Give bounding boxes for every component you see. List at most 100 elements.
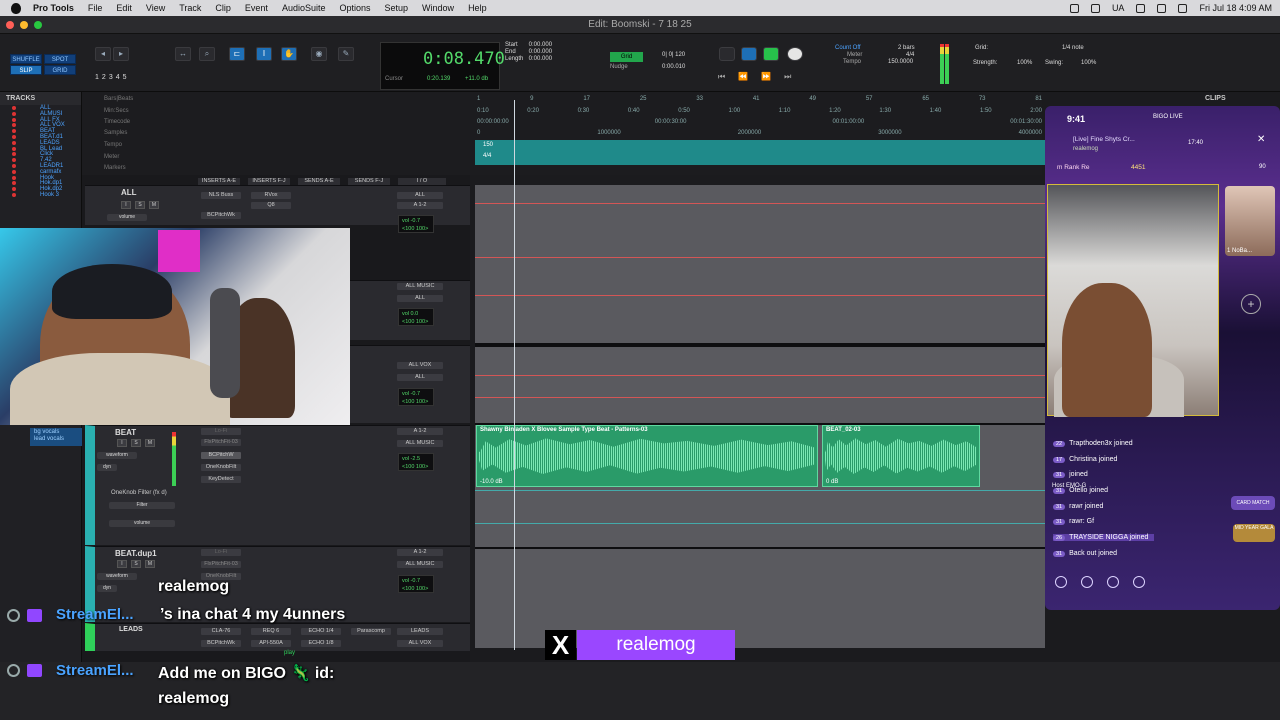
- sends-ae-header[interactable]: SENDS A-E: [298, 178, 340, 185]
- solo-button[interactable]: S: [131, 439, 141, 447]
- nudge-value[interactable]: 0:00.010: [662, 64, 685, 70]
- view-selector[interactable]: waveform: [97, 573, 137, 580]
- track-name[interactable]: LEADS: [119, 626, 143, 633]
- input-selector[interactable]: ALL MUSIC: [397, 283, 443, 290]
- count-off[interactable]: Count Off: [835, 45, 861, 52]
- apple-icon[interactable]: [11, 2, 21, 14]
- zoom-preset-1[interactable]: 1: [95, 74, 99, 81]
- playhead-cursor[interactable]: [514, 100, 515, 650]
- rank-label[interactable]: m Rank Re: [1057, 164, 1090, 171]
- close-window-button[interactable]: [6, 21, 14, 29]
- tempo-meter-lane[interactable]: 150 4/4: [475, 140, 1045, 165]
- zoom-preset-5[interactable]: 5: [123, 74, 127, 81]
- guest-avatar[interactable]: [1225, 186, 1275, 256]
- input-selector[interactable]: ALL: [397, 192, 443, 199]
- mute-button[interactable]: M: [145, 439, 155, 447]
- menu-icon[interactable]: [1133, 576, 1145, 588]
- ruler-bars-beats[interactable]: Bars|Beats: [104, 95, 133, 104]
- grid-right-value[interactable]: 1/4 note: [1062, 45, 1084, 51]
- output-selector[interactable]: ALL: [397, 295, 443, 302]
- selector-tool-icon[interactable]: I: [256, 47, 272, 61]
- zoom-window-button[interactable]: [34, 21, 42, 29]
- volume-display[interactable]: vol -0.7 <100 100>: [398, 215, 434, 233]
- grabber-tool-icon[interactable]: ✋: [281, 47, 297, 61]
- transport-shuttle-icons[interactable]: ⏮⏪⏩⏭: [718, 72, 804, 82]
- automation-plugin[interactable]: OneKnob Filter (fx d): [111, 490, 167, 496]
- clip-list-item[interactable]: lead vocals: [34, 436, 78, 443]
- menu-file[interactable]: File: [88, 3, 103, 13]
- end-value[interactable]: 0:00.000: [529, 49, 552, 55]
- tempo-marker[interactable]: 150: [483, 142, 493, 148]
- menu-track[interactable]: Track: [179, 3, 201, 13]
- menu-options[interactable]: Options: [339, 3, 370, 13]
- input-selector[interactable]: A 1-2: [397, 428, 443, 435]
- menu-app-name[interactable]: Pro Tools: [33, 3, 74, 13]
- volume-display[interactable]: vol -2.5 <100 100>: [398, 453, 434, 471]
- menu-event[interactable]: Event: [245, 3, 268, 13]
- track-header-leads[interactable]: LEADS CLA-76 BCPitchWk REQ 6 API-550A EC…: [85, 623, 470, 651]
- audio-clip[interactable]: Shawny Binladen X Blovee Sample Type Bea…: [476, 425, 818, 487]
- emoji-icon[interactable]: [1081, 576, 1093, 588]
- ruler-min-secs[interactable]: Min:Secs: [104, 107, 129, 116]
- menu-clip[interactable]: Clip: [215, 3, 231, 13]
- solo-button[interactable]: S: [135, 201, 145, 209]
- mode-spot[interactable]: SPOT: [44, 54, 76, 64]
- menu-help[interactable]: Help: [468, 3, 487, 13]
- zoom-preset-2[interactable]: 2: [102, 74, 106, 81]
- wifi-icon[interactable]: [1069, 3, 1079, 13]
- online-button[interactable]: [719, 47, 735, 61]
- clock[interactable]: Fri Jul 18 4:09 AM: [1199, 3, 1272, 13]
- minimize-window-button[interactable]: [20, 21, 28, 29]
- track-list-item[interactable]: Hook 3: [0, 192, 81, 198]
- insert-slot[interactable]: REQ 6: [251, 628, 291, 635]
- insert-slot[interactable]: Q8: [251, 202, 291, 209]
- zoomer-tool-icon[interactable]: ↔: [175, 47, 191, 61]
- grid-value[interactable]: 0| 0| 120: [662, 52, 685, 58]
- search-icon[interactable]: [1157, 3, 1167, 13]
- menu-setup[interactable]: Setup: [385, 3, 409, 13]
- event-badge[interactable]: CARD MATCH: [1231, 496, 1275, 510]
- ruler-markers[interactable]: Markers: [104, 164, 126, 173]
- insert-slot[interactable]: BCPitchWk: [201, 212, 241, 219]
- insert-slot[interactable]: KeyDetect: [201, 476, 241, 483]
- ruler-meter[interactable]: Meter: [104, 153, 119, 162]
- clip-list[interactable]: bg vocals lead vocals: [30, 428, 82, 446]
- input-selector[interactable]: A 1-2: [397, 549, 443, 556]
- meter-marker[interactable]: 4/4: [483, 153, 491, 159]
- insert-slot[interactable]: NLS Buss: [201, 192, 241, 199]
- insert-slot[interactable]: RVox: [251, 192, 291, 199]
- automation-param[interactable]: volume: [109, 520, 175, 527]
- clip-list-item[interactable]: bg vocals: [34, 429, 78, 436]
- output-selector[interactable]: ALL: [397, 374, 443, 381]
- ruler-tempo[interactable]: Tempo: [104, 141, 122, 150]
- insert-slot[interactable]: BCPitchW: [201, 452, 241, 459]
- tempo-value[interactable]: 150.0000: [888, 59, 913, 65]
- volume-display[interactable]: vol -0.7 <100 100>: [398, 575, 434, 593]
- clip-gain[interactable]: -10.0 dB: [480, 479, 503, 485]
- track-name[interactable]: ALL: [121, 188, 137, 197]
- control-center-icon[interactable]: [1178, 3, 1188, 13]
- menu-audiosuite[interactable]: AudioSuite: [282, 3, 326, 13]
- dyn-selector[interactable]: dyn: [97, 464, 117, 471]
- volume-display[interactable]: vol 0.0 <100 100>: [398, 308, 434, 326]
- stop-button[interactable]: [741, 47, 757, 61]
- input-monitor-button[interactable]: I: [117, 439, 127, 447]
- add-guest-icon[interactable]: +: [1241, 294, 1261, 314]
- record-button[interactable]: [787, 47, 803, 61]
- track-name[interactable]: BEAT.dup1: [115, 549, 157, 558]
- mode-shuffle[interactable]: SHUFFLE: [10, 54, 42, 64]
- insert-slot[interactable]: API-550A: [251, 640, 291, 647]
- zoom-preset-3[interactable]: 3: [109, 74, 113, 81]
- mode-grid[interactable]: GRID: [44, 65, 76, 75]
- inserts-fj-header[interactable]: INSERTS F-J: [248, 178, 290, 185]
- nudge-label[interactable]: Nudge: [610, 64, 628, 70]
- insert-slot[interactable]: OneKnobFilt: [201, 464, 241, 471]
- menu-view[interactable]: View: [146, 3, 165, 13]
- track-header-beat[interactable]: BEAT I S M waveform dyn OneKnob Filter (…: [85, 425, 470, 545]
- trim-tool-icon[interactable]: ⊏: [229, 47, 245, 61]
- comment-icon[interactable]: [1055, 576, 1067, 588]
- magnifier-icon[interactable]: ⌕: [199, 47, 215, 61]
- insert-slot[interactable]: CLA-76: [201, 628, 241, 635]
- view-selector[interactable]: volume: [107, 214, 147, 221]
- zoom-in-icon[interactable]: ▸: [113, 47, 129, 61]
